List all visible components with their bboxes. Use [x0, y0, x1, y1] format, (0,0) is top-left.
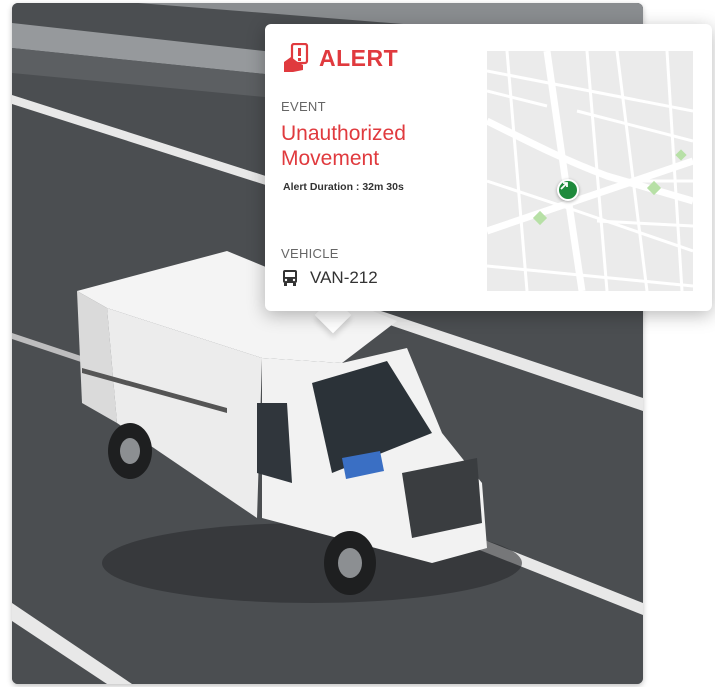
vehicle-name: VAN-212	[310, 268, 378, 287]
vehicle-row[interactable]: VAN-212	[281, 268, 378, 288]
bus-icon	[283, 270, 297, 286]
alert-hand-icon	[284, 43, 309, 72]
event-value: Unauthorized Movement	[281, 122, 406, 170]
vehicle-location-marker[interactable]	[557, 179, 579, 201]
map-streets	[487, 51, 693, 291]
event-label: EVENT	[281, 99, 326, 114]
vehicle-label: VEHICLE	[281, 246, 339, 261]
mini-map[interactable]	[487, 51, 693, 291]
alert-duration: Alert Duration : 32m 30s	[283, 181, 404, 193]
alert-title: ALERT	[319, 44, 399, 71]
navigation-arrow-icon	[560, 182, 568, 190]
alert-card[interactable]: ALERT EVENT Unauthorized Movement Alert …	[265, 24, 712, 311]
alert-header: ALERT	[283, 42, 398, 74]
